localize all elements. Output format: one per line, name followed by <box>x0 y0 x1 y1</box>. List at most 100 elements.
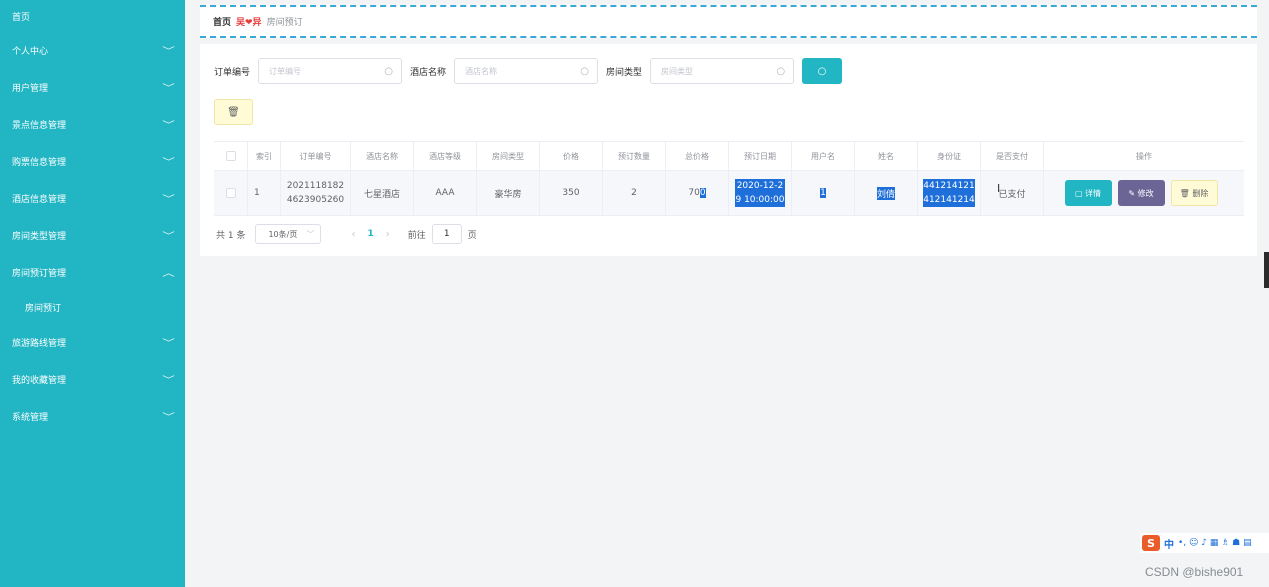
sidebar-item-hotels[interactable]: 酒店信息管理 ﹀ <box>0 180 185 217</box>
sidebar-item-label: 旅游路线管理 <box>12 339 67 349</box>
edit-button[interactable]: ✎ 修改 <box>1117 180 1165 206</box>
header-cell: 索引 <box>248 142 281 170</box>
chevron-down-icon: ﹀ <box>162 47 175 57</box>
page-number-current[interactable]: 1 <box>367 229 373 239</box>
header-cell: 预订日期 <box>729 142 792 170</box>
header-cell: 酒店等级 <box>414 142 477 170</box>
total-price-text: 70 <box>688 188 700 198</box>
room-type-cell: 豪华房 <box>477 171 540 215</box>
next-page-icon[interactable]: › <box>386 229 390 240</box>
order-no-placeholder: 订单编号 <box>269 66 302 76</box>
total-price-cell: 70 0 <box>666 171 729 215</box>
page-suffix: 页 <box>467 230 477 241</box>
total-count: 共 1 条 <box>216 230 246 241</box>
header-cell: 姓名 <box>855 142 918 170</box>
main-card: 订单编号 订单编号 ○ 酒店名称 酒店名称 ○ 房间类型 房间类型 ○ ○ 🗑 索引 … <box>200 44 1257 256</box>
username-cell: 1 <box>792 171 855 215</box>
bulk-delete-button[interactable]: 🗑 <box>214 99 253 125</box>
select-all-cell <box>214 142 248 170</box>
sidebar-item-label: 购票信息管理 <box>12 158 67 168</box>
sidebar-item-label: 首页 <box>12 12 31 23</box>
document-icon: ▢ <box>1074 188 1086 198</box>
chevron-up-icon: ︿ <box>162 269 175 279</box>
header-cell: 酒店名称 <box>351 142 414 170</box>
sidebar-subitem-room-booking[interactable]: 房间预订 <box>0 291 185 324</box>
chevron-down-icon: ﹀ <box>162 413 175 423</box>
search-icon: ○ <box>580 65 590 77</box>
jump-page-input[interactable]: 1 <box>431 224 462 244</box>
search-icon: ○ <box>817 65 827 77</box>
sidebar-item-label: 房间类型管理 <box>12 232 67 242</box>
hotel-level-cell: AAA <box>414 171 477 215</box>
ime-tools-icons[interactable]: •, ☺ ♪ ▦ ♗ ☗ ▤ <box>1178 538 1252 548</box>
sidebar-item-label: 我的收藏管理 <box>12 376 67 386</box>
row-checkbox[interactable] <box>225 188 236 198</box>
price-cell: 350 <box>540 171 603 215</box>
chevron-down-icon: ﹀ <box>162 121 175 131</box>
pagination: 共 1 条 10条/页 ﹀ ‹ 1 › 前往 1 页 <box>216 224 477 244</box>
search-button[interactable]: ○ <box>802 58 843 84</box>
header-cell: 用户名 <box>792 142 855 170</box>
date-line: 2020-12-2 <box>736 181 784 191</box>
selected-text: 0 <box>699 188 706 198</box>
scrollbar-thumb[interactable] <box>1264 252 1269 288</box>
ime-language-toggle[interactable]: 中 <box>1164 536 1174 551</box>
select-all-checkbox[interactable] <box>225 151 236 161</box>
booking-table: 索引 订单编号 酒店名称 酒店等级 房间类型 价格 预订数量 总价格 预订日期 … <box>214 141 1244 216</box>
chevron-down-icon: ﹀ <box>162 195 175 205</box>
sidebar-item-personal[interactable]: 个人中心 ﹀ <box>0 32 185 69</box>
header-cell: 房间类型 <box>477 142 540 170</box>
sidebar-item-label: 房间预订管理 <box>12 269 67 279</box>
selected-text: 1 <box>820 188 826 198</box>
breadcrumb: 首页 吴❤异 房间预订 <box>200 5 1257 38</box>
selected-text: 2020-12-2 9 10:00:00 <box>735 179 785 207</box>
sidebar-item-room-types[interactable]: 房间类型管理 ﹀ <box>0 217 185 254</box>
delete-button[interactable]: 🗑 删除 <box>1170 180 1218 206</box>
sidebar-item-label: 用户管理 <box>12 84 49 94</box>
order-no-input[interactable]: 订单编号 ○ <box>258 58 403 84</box>
watermark: CSDN @bishe901 <box>1145 565 1244 579</box>
sidebar-item-favorites[interactable]: 我的收藏管理 ﹀ <box>0 361 185 398</box>
ime-logo-icon[interactable]: S <box>1142 535 1160 551</box>
search-icon: ○ <box>776 65 786 77</box>
order-no-label: 订单编号 <box>214 67 251 78</box>
sidebar-item-tickets[interactable]: 购票信息管理 ﹀ <box>0 143 185 180</box>
page-size-select[interactable]: 10条/页 ﹀ <box>255 224 322 244</box>
header-cell: 身份证 <box>918 142 981 170</box>
hotel-name-input[interactable]: 酒店名称 ○ <box>454 58 599 84</box>
text-cursor-icon: I <box>997 182 1001 195</box>
chevron-down-icon: ﹀ <box>162 376 175 386</box>
detail-button[interactable]: ▢ 详情 <box>1064 180 1112 206</box>
chevron-down-icon: ﹀ <box>162 232 175 242</box>
header-cell: 价格 <box>540 142 603 170</box>
detail-label: 详情 <box>1085 188 1102 198</box>
search-form: 订单编号 订单编号 ○ 酒店名称 酒店名称 ○ 房间类型 房间类型 ○ ○ <box>214 58 843 84</box>
selected-text: 刘倩 <box>876 186 895 200</box>
index-cell: 1 <box>248 171 281 215</box>
delete-label: 删除 <box>1192 188 1209 198</box>
chevron-down-icon: ﹀ <box>162 158 175 168</box>
sidebar-item-label: 景点信息管理 <box>12 121 67 131</box>
order-no-cell: 2021118182 4623905260 <box>281 171 351 215</box>
breadcrumb-home[interactable]: 首页 <box>213 15 231 28</box>
hotel-name-cell: 七星酒店 <box>351 171 414 215</box>
sidebar-item-bookings[interactable]: 房间预订管理 ︿ <box>0 254 185 291</box>
sidebar-item-system[interactable]: 系统管理 ﹀ <box>0 398 185 435</box>
jump-label: 前往 <box>407 230 426 241</box>
id-card-cell: 441214121 412141214 <box>918 171 981 215</box>
name-cell: 刘倩 <box>855 171 918 215</box>
sidebar-item-home[interactable]: 首页 <box>0 0 185 32</box>
prev-page-icon[interactable]: ‹ <box>351 229 355 240</box>
sidebar-item-label: 系统管理 <box>12 413 49 423</box>
trash-icon: 🗑 <box>227 106 240 118</box>
table-row: 1 2021118182 4623905260 七星酒店 AAA 豪华房 350 … <box>214 171 1244 216</box>
sidebar-item-label: 酒店信息管理 <box>12 195 67 205</box>
room-type-input[interactable]: 房间类型 ○ <box>650 58 795 84</box>
room-type-placeholder: 房间类型 <box>661 66 694 76</box>
sidebar-item-attractions[interactable]: 景点信息管理 ﹀ <box>0 106 185 143</box>
sidebar-item-routes[interactable]: 旅游路线管理 ﹀ <box>0 324 185 361</box>
sidebar-item-users[interactable]: 用户管理 ﹀ <box>0 69 185 106</box>
hotel-name-label: 酒店名称 <box>410 67 447 78</box>
header-cell: 是否支付 <box>981 142 1044 170</box>
pencil-icon: ✎ <box>1128 188 1138 198</box>
